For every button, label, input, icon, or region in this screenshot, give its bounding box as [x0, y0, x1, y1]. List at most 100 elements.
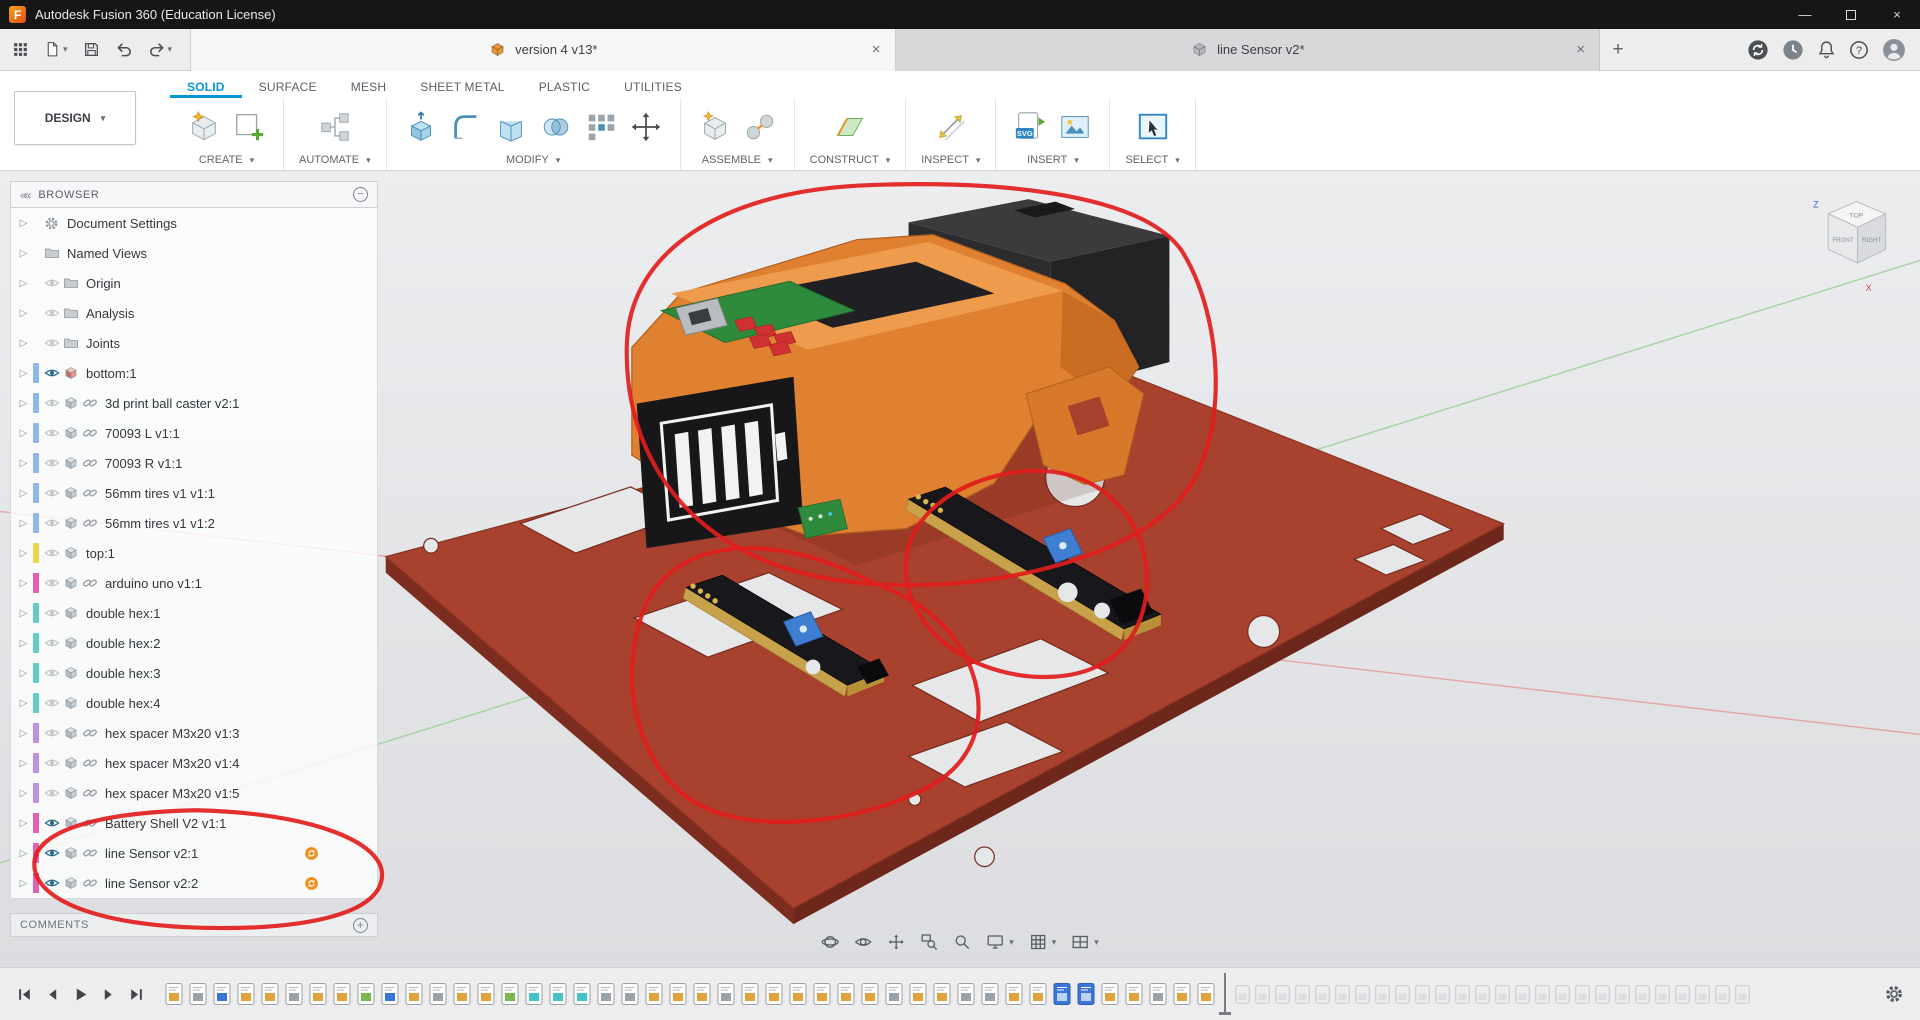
timeline-feature-icon[interactable] [645, 982, 663, 1006]
browser-item[interactable]: ▷Analysis [11, 298, 377, 328]
document-tab[interactable]: line Sensor v2* × [896, 29, 1601, 71]
close-tab-icon[interactable]: × [1576, 41, 1585, 58]
group-label-select[interactable]: SELECT▾ [1125, 151, 1179, 166]
visibility-eye-icon[interactable] [42, 845, 61, 861]
document-tab[interactable]: version 4 v13* × [190, 29, 896, 71]
joint-icon[interactable] [741, 108, 779, 146]
tab-mesh[interactable]: MESH [334, 75, 403, 98]
timeline-feature-icon[interactable] [741, 982, 759, 1006]
timeline-feature-icon[interactable] [501, 982, 519, 1006]
timeline-feature-icon-rolled-back[interactable] [1295, 984, 1310, 1005]
group-label-create[interactable]: CREATE▾ [199, 151, 254, 166]
undo-button[interactable] [115, 41, 133, 59]
redo-button[interactable]: ▾ [148, 41, 173, 59]
expand-arrow-icon[interactable]: ▷ [15, 788, 32, 799]
timeline-feature-icon-rolled-back[interactable] [1275, 984, 1290, 1005]
browser-item[interactable]: ▷hex spacer M3x20 v1:3 [11, 718, 377, 748]
visibility-eye-icon[interactable] [42, 485, 61, 501]
create-form-icon[interactable] [230, 108, 268, 146]
timeline-feature-icon-rolled-back[interactable] [1355, 984, 1370, 1005]
timeline-feature-icon[interactable] [525, 982, 543, 1006]
expand-arrow-icon[interactable]: ▷ [15, 248, 32, 259]
close-tab-icon[interactable]: × [872, 41, 881, 58]
combine-icon[interactable] [537, 108, 575, 146]
timeline-feature-icon-rolled-back[interactable] [1315, 984, 1330, 1005]
visibility-eye-icon[interactable] [42, 395, 61, 411]
timeline-feature-icon[interactable] [885, 982, 903, 1006]
timeline-feature-icon[interactable] [957, 982, 975, 1006]
tab-solid[interactable]: SOLID [170, 75, 242, 98]
timeline-feature-icon[interactable] [237, 982, 255, 1006]
browser-item[interactable]: ▷line Sensor v2:2 [11, 868, 377, 898]
move-copy-icon[interactable] [627, 108, 665, 146]
visibility-eye-icon[interactable] [42, 665, 61, 681]
timeline-feature-icon[interactable] [597, 982, 615, 1006]
visibility-eye-icon[interactable] [42, 605, 61, 621]
timeline-feature-icon[interactable] [621, 982, 639, 1006]
timeline-feature-icon[interactable] [573, 982, 591, 1006]
timeline-feature-icon[interactable] [789, 982, 807, 1006]
expand-arrow-icon[interactable]: ▷ [15, 728, 32, 739]
minimize-browser-icon[interactable]: − [353, 187, 368, 202]
timeline-feature-icon[interactable] [1173, 982, 1191, 1006]
timeline-feature-icon[interactable] [261, 982, 279, 1006]
visibility-eye-icon[interactable] [42, 515, 61, 531]
timeline-feature-icon[interactable] [309, 982, 327, 1006]
visibility-eye-icon[interactable] [42, 875, 61, 891]
step-forward-button[interactable] [100, 986, 117, 1003]
tab-surface[interactable]: SURFACE [242, 75, 334, 98]
browser-item[interactable]: ▷70093 R v1:1 [11, 448, 377, 478]
timeline-feature-icon[interactable] [429, 982, 447, 1006]
file-menu-button[interactable]: ▾ [44, 41, 68, 58]
expand-arrow-icon[interactable]: ▷ [15, 218, 32, 229]
save-button[interactable] [83, 41, 100, 58]
timeline-feature-icon-rolled-back[interactable] [1515, 984, 1530, 1005]
notifications-icon[interactable] [1817, 40, 1836, 59]
timeline-feature-icon-rolled-back[interactable] [1395, 984, 1410, 1005]
timeline-feature-icon[interactable] [933, 982, 951, 1006]
expand-arrow-icon[interactable]: ▷ [15, 698, 32, 709]
browser-item[interactable]: ▷double hex:4 [11, 688, 377, 718]
timeline-feature-icon-rolled-back[interactable] [1575, 984, 1590, 1005]
go-to-start-button[interactable] [16, 986, 33, 1003]
group-label-modify[interactable]: MODIFY▾ [506, 151, 560, 166]
timeline-feature-icon[interactable] [1125, 982, 1143, 1006]
expand-arrow-icon[interactable]: ▷ [15, 668, 32, 679]
timeline-feature-icon[interactable] [1029, 982, 1047, 1006]
timeline-feature-icon-rolled-back[interactable] [1555, 984, 1570, 1005]
timeline-feature-icon-rolled-back[interactable] [1595, 984, 1610, 1005]
comments-bar[interactable]: COMMENTS + [10, 913, 378, 937]
browser-item[interactable]: ▷top:1 [11, 538, 377, 568]
decal-icon[interactable] [1056, 108, 1094, 146]
automate-icon[interactable] [316, 108, 354, 146]
timeline-feature-icon-rolled-back[interactable] [1715, 984, 1730, 1005]
close-button[interactable]: × [1874, 0, 1920, 29]
pattern-icon[interactable] [582, 108, 620, 146]
maximize-button[interactable] [1828, 0, 1874, 29]
press-pull-icon[interactable] [402, 108, 440, 146]
timeline-feature-icon[interactable] [1101, 982, 1119, 1006]
timeline-feature-icon-rolled-back[interactable] [1655, 984, 1670, 1005]
go-to-end-button[interactable] [128, 986, 145, 1003]
expand-arrow-icon[interactable]: ▷ [15, 368, 32, 379]
expand-arrow-icon[interactable]: ▷ [15, 638, 32, 649]
grid-display-button[interactable]: ▾ [1029, 933, 1057, 951]
tab-plastic[interactable]: PLASTIC [522, 75, 607, 98]
timeline-feature-icon[interactable] [981, 982, 999, 1006]
step-back-button[interactable] [44, 986, 61, 1003]
minimize-button[interactable]: — [1782, 0, 1828, 29]
fillet-icon[interactable] [447, 108, 485, 146]
timeline-feature-icon[interactable] [669, 982, 687, 1006]
visibility-eye-icon[interactable] [42, 785, 61, 801]
timeline-feature-icon-rolled-back[interactable] [1695, 984, 1710, 1005]
timeline-feature-icon-rolled-back[interactable] [1255, 984, 1270, 1005]
browser-item[interactable]: ▷Joints [11, 328, 377, 358]
profile-avatar[interactable] [1882, 38, 1906, 62]
timeline-feature-icon[interactable] [1197, 982, 1215, 1006]
browser-item[interactable]: ▷Origin [11, 268, 377, 298]
expand-arrow-icon[interactable]: ▷ [15, 878, 32, 889]
timeline-feature-icon[interactable] [213, 982, 231, 1006]
browser-item[interactable]: ▷3d print ball caster v2:1 [11, 388, 377, 418]
timeline-feature-icon-rolled-back[interactable] [1635, 984, 1650, 1005]
visibility-eye-icon[interactable] [42, 575, 61, 591]
